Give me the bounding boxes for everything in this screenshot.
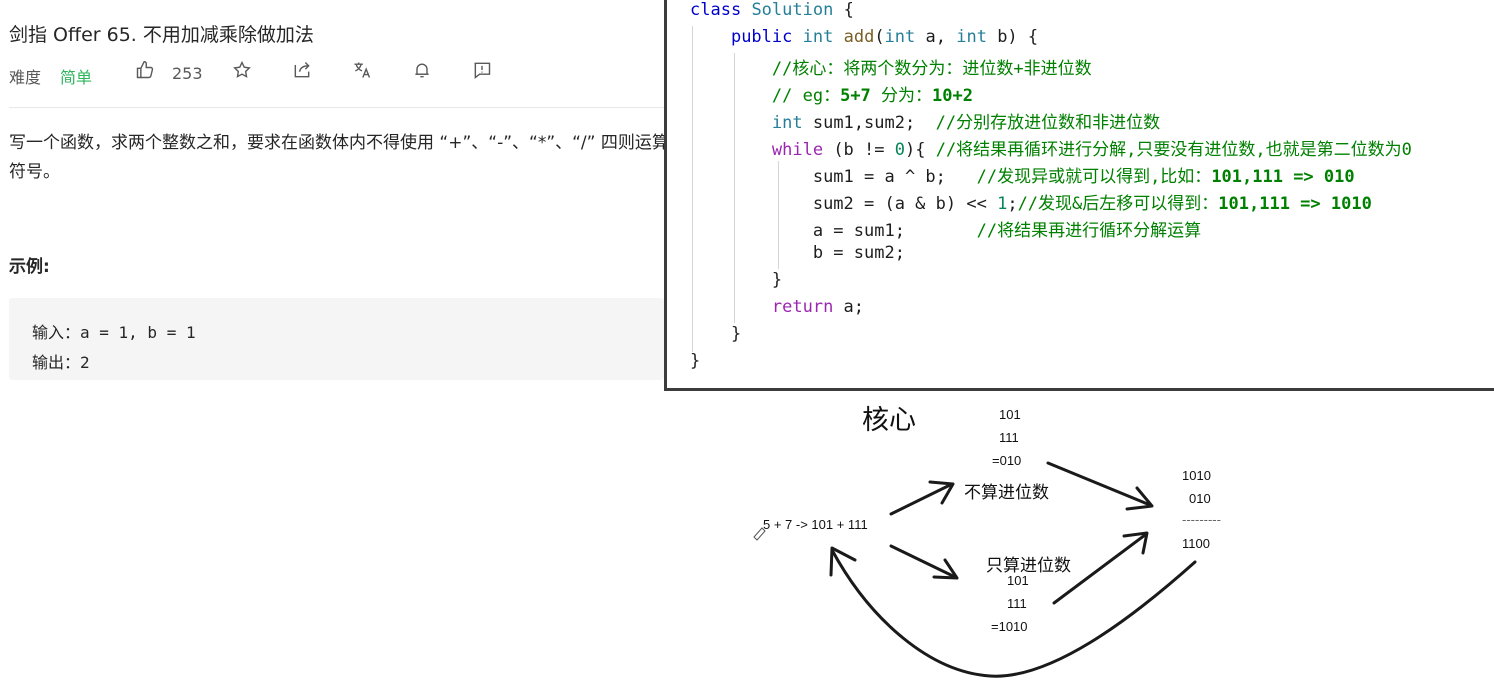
sum-operand-1: 1010 [1182,468,1211,483]
xor-operand-1: 101 [999,407,1021,422]
no-carry-label: 不算进位数 [964,483,1049,502]
arrow-to-no-carry [889,483,952,516]
start-expression: 5 + 7 -> 101 + 111 [763,517,868,532]
and-operand-1: 101 [1007,573,1029,588]
and-result: =1010 [991,619,1028,634]
diagram-title: 核心 [862,405,916,435]
sum-result: 1100 [1182,536,1210,551]
xor-operand-2: 111 [999,430,1019,445]
xor-result: =010 [992,453,1022,468]
and-operand-2: 111 [1007,596,1027,611]
diagram-arrows [753,461,1197,678]
sum-rule: --------- [1182,512,1221,527]
sum-operand-2: 010 [1189,491,1211,506]
arrow-xor-to-sum [1046,461,1152,507]
